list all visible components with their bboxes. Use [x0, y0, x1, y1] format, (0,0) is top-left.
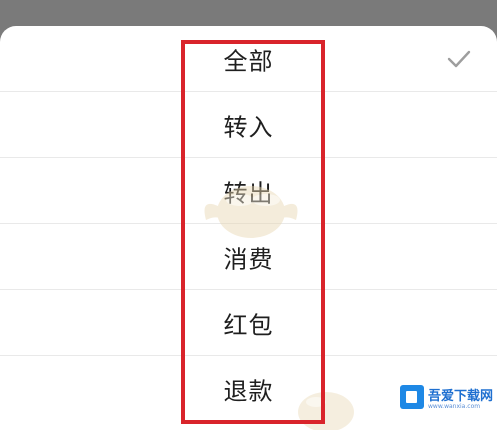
- site-watermark: 吾爱下载网 www.wanxia.com: [400, 381, 497, 417]
- mascot-watermark-icon: [204, 186, 298, 238]
- option-all[interactable]: 全部: [0, 26, 497, 92]
- option-transfer-in[interactable]: 转入: [0, 92, 497, 158]
- mascot-watermark-partial-icon: [298, 392, 354, 430]
- option-transfer-in-label: 转入: [223, 113, 274, 142]
- option-red-packet[interactable]: 红包: [0, 290, 497, 356]
- option-red-packet-label: 红包: [223, 311, 274, 340]
- site-brand: 吾爱下载网: [428, 389, 494, 404]
- option-all-label: 全部: [223, 47, 274, 76]
- site-url: www.wanxia.com: [428, 403, 481, 410]
- option-refund-label: 退款: [223, 377, 274, 406]
- site-logo-icon: [400, 385, 424, 409]
- check-icon: [447, 50, 471, 68]
